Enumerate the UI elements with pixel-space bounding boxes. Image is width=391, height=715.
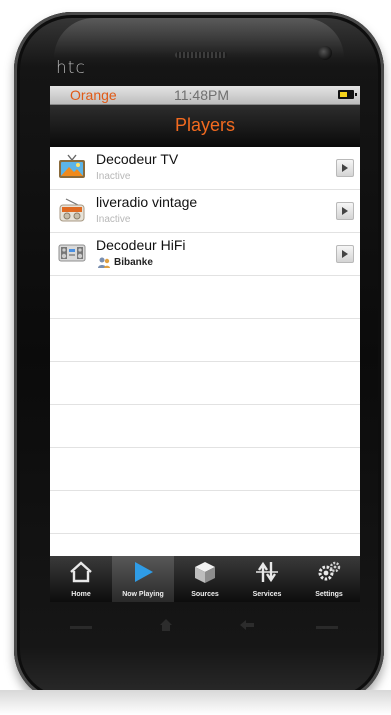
player-row-decodeur-tv[interactable]: Decodeur TV Inactive — [50, 147, 360, 190]
play-icon — [135, 562, 153, 582]
call-button[interactable] — [70, 626, 92, 629]
tab-sources[interactable]: Sources — [174, 556, 236, 602]
hardware-buttons — [60, 617, 360, 639]
surface-reflection — [0, 690, 391, 715]
battery-icon — [338, 90, 357, 99]
home-icon — [70, 561, 92, 583]
brand-logo: htc — [56, 58, 86, 78]
tab-bar: Home Now Playing Sources Services Settin… — [50, 556, 360, 602]
play-arrow-button[interactable] — [336, 159, 354, 177]
carrier-label: Orange — [70, 87, 117, 103]
list-item — [50, 491, 360, 534]
screen: Orange 11:48PM Players Decodeur TV Inact… — [50, 86, 360, 602]
player-status: Inactive — [96, 171, 131, 182]
list-item — [50, 405, 360, 448]
status-bar: Orange 11:48PM — [50, 86, 360, 105]
tab-label: Settings — [315, 591, 343, 598]
tab-settings[interactable]: Settings — [298, 556, 360, 602]
tab-label: Now Playing — [122, 591, 164, 598]
players-list: Decodeur TV Inactive liveradio vintage I… — [50, 147, 360, 534]
clock: 11:48PM — [174, 87, 229, 103]
cube-icon — [195, 562, 215, 583]
home-hardware-icon[interactable] — [158, 617, 174, 633]
end-call-button[interactable] — [316, 626, 338, 629]
player-row-liveradio-vintage[interactable]: liveradio vintage Inactive — [50, 190, 360, 233]
list-item — [50, 319, 360, 362]
tab-now-playing[interactable]: Now Playing — [112, 556, 174, 602]
gear-icon — [318, 561, 341, 581]
title-bar: Players — [50, 105, 360, 147]
arrows-icon — [256, 561, 278, 583]
player-name: Decodeur HiFi — [96, 237, 186, 253]
player-name: liveradio vintage — [96, 194, 198, 210]
back-icon[interactable] — [238, 619, 256, 631]
list-item — [50, 276, 360, 319]
list-item — [50, 362, 360, 405]
tab-label: Home — [71, 591, 91, 598]
player-name: Decodeur TV — [96, 151, 179, 167]
tv-icon — [59, 154, 85, 178]
hifi-icon — [58, 244, 86, 262]
speaker-grille — [175, 52, 227, 58]
list-item — [50, 448, 360, 491]
tab-home[interactable]: Home — [50, 556, 112, 602]
player-row-decodeur-hifi[interactable]: Decodeur HiFi Bibanke — [50, 233, 360, 276]
page-title: Players — [174, 115, 236, 135]
tab-services[interactable]: Services — [236, 556, 298, 602]
play-arrow-button[interactable] — [336, 202, 354, 220]
play-arrow-button[interactable] — [336, 245, 354, 263]
player-status: Inactive — [96, 214, 131, 225]
tab-label: Sources — [191, 591, 219, 598]
player-status: Bibanke — [114, 257, 153, 268]
tab-label: Services — [252, 591, 282, 598]
front-camera — [318, 46, 332, 60]
radio-icon — [59, 198, 85, 222]
users-icon — [98, 257, 110, 268]
